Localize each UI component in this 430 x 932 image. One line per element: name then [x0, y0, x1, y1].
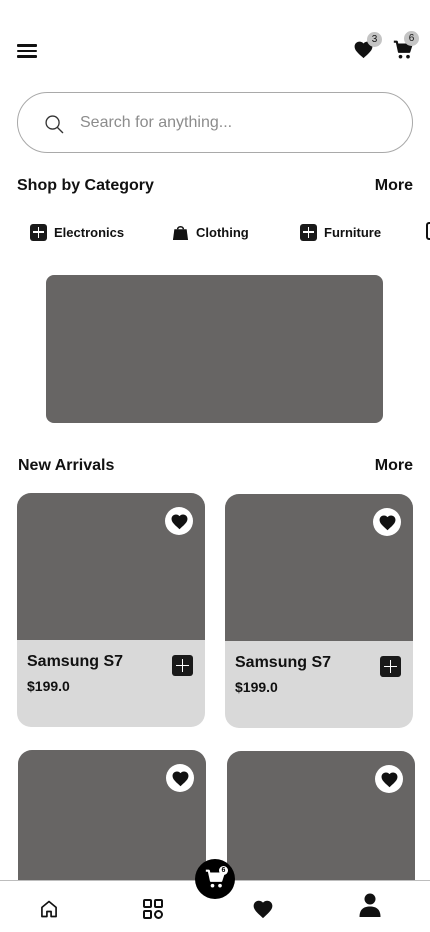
grid-icon — [143, 899, 163, 919]
heart-icon — [171, 513, 187, 529]
category-label: Electronics — [54, 224, 125, 240]
cart-button[interactable]: 6 — [393, 31, 421, 62]
nav-profile[interactable] — [355, 891, 385, 919]
favorite-button[interactable] — [375, 765, 403, 793]
home-icon — [41, 900, 57, 918]
heart-icon — [253, 900, 273, 919]
menu-line — [17, 49, 37, 53]
wishlist-count-badge: 3 — [367, 32, 382, 47]
user-icon — [359, 893, 381, 917]
nav-wishlist[interactable] — [248, 895, 278, 923]
category-furniture[interactable]: Furniture — [300, 220, 381, 244]
promo-banner[interactable] — [46, 275, 383, 423]
favorite-button[interactable] — [373, 508, 401, 536]
category-clothing[interactable]: Clothing — [172, 220, 249, 244]
product-price: $199.0 — [235, 679, 278, 695]
cart-fab-button[interactable]: 6 — [195, 859, 235, 899]
category-list: Electronics Clothing Furniture — [0, 220, 430, 244]
favorite-button[interactable] — [165, 507, 193, 535]
product-card[interactable]: Samsung S7 $199.0 — [225, 494, 413, 728]
wishlist-button[interactable]: 3 — [353, 32, 382, 62]
category-label: Clothing — [196, 224, 249, 240]
product-name: Samsung S7 — [27, 653, 124, 670]
add-to-cart-button[interactable] — [380, 656, 401, 677]
categories-more-link[interactable]: More — [375, 177, 413, 195]
add-to-cart-button[interactable] — [172, 655, 193, 676]
category-label: Furniture — [324, 224, 382, 240]
new-arrivals-more-link[interactable]: More — [375, 457, 413, 475]
plus-box-icon — [30, 223, 47, 241]
heart-icon — [381, 771, 397, 787]
heart-icon — [379, 514, 395, 530]
product-name: Samsung S7 — [235, 654, 332, 671]
nav-categories[interactable] — [138, 895, 168, 923]
product-price: $199.0 — [27, 678, 70, 694]
cart-count-badge: 6 — [404, 31, 419, 46]
shopping-bag-icon — [172, 224, 189, 241]
category-electronics[interactable]: Electronics — [30, 220, 124, 244]
hamburger-menu-icon[interactable] — [17, 43, 37, 59]
search-icon — [45, 115, 64, 134]
cart-fab-count-badge: 6 — [219, 866, 228, 875]
menu-line — [17, 44, 37, 47]
new-arrivals-title: New Arrivals — [18, 457, 115, 474]
category-next-partial-icon[interactable] — [426, 222, 430, 240]
plus-box-icon — [300, 223, 317, 241]
search-bar[interactable] — [17, 92, 413, 153]
favorite-button[interactable] — [166, 764, 194, 792]
menu-line — [17, 55, 37, 58]
nav-home[interactable] — [34, 895, 64, 923]
shop-by-category-title: Shop by Category — [17, 177, 154, 194]
heart-icon — [172, 770, 188, 786]
search-input[interactable] — [80, 107, 390, 139]
product-card[interactable]: Samsung S7 $199.0 — [17, 493, 205, 727]
